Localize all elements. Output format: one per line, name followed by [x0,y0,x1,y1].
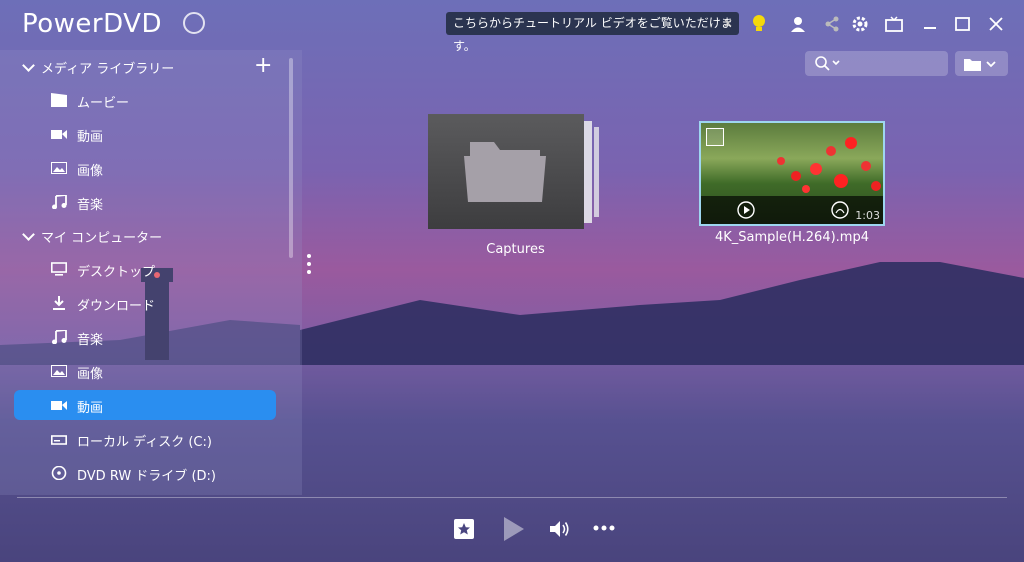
play-icon[interactable] [503,516,525,542]
sidebar-item-videos-folder[interactable]: 動画 [14,390,276,420]
music-note-icon [52,330,67,344]
video-filename-label: 4K_Sample(H.264).mp4 [715,230,869,245]
drive-icon [51,435,67,445]
image-icon [51,365,67,377]
disc-icon [51,466,67,480]
movie-icon [51,93,67,107]
share-icon[interactable] [820,12,844,36]
sidebar-item-label: 画像 [77,164,104,179]
folder-icon [464,142,546,202]
sidebar-scrollbar[interactable] [289,58,293,258]
app-title: PowerDVD [22,9,162,39]
chevron-down-icon [22,228,35,241]
more-options-icon[interactable] [593,525,615,531]
sidebar-item-music[interactable]: 音楽 [14,187,276,217]
divider [17,497,1007,498]
sidebar-item-movie[interactable]: ムービー [14,85,276,115]
sidebar-item-music-folder[interactable]: 音楽 [14,322,276,352]
settings-gear-icon[interactable] [848,12,872,36]
play-icon[interactable] [737,201,755,219]
tv-mode-icon[interactable] [882,12,906,36]
captures-folder-tile[interactable] [428,114,584,229]
sidebar-item-label: ムービー [77,96,130,111]
folder-icon [964,59,996,71]
sidebar-item-label: ローカル ディスク (C:) [77,435,212,450]
media-library-header[interactable]: メディア ライブラリー [22,58,175,77]
folder-stack-decoration [594,127,599,217]
video-camera-icon [51,401,67,410]
select-checkbox[interactable] [706,128,724,146]
flowers-thumbnail-image [777,137,881,193]
open-folder-button[interactable] [955,51,1008,76]
sidebar-item-label: DVD RW ドライブ (D:) [77,469,216,482]
video-camera-icon [51,130,67,139]
sidebar-item-desktop[interactable]: デスクトップ [14,254,276,284]
minimize-icon[interactable] [918,12,942,36]
captures-folder-label: Captures [486,242,545,257]
favorite-star-icon[interactable] [453,518,475,540]
volume-icon[interactable] [549,519,571,539]
tutorial-tooltip: こちらからチュートリアル ビデオをご覧いただけます。 × [446,12,739,53]
user-icon[interactable] [786,12,810,36]
sidebar-item-dvd-drive[interactable]: DVD RW ドライブ (D:) [14,458,276,482]
sidebar-item-label: 音楽 [77,198,104,213]
video-tile-controls: 1:03 [701,196,883,224]
sidebar-item-label: 音楽 [77,333,104,348]
sidebar-item-label: ダウンロード [77,299,156,314]
close-icon[interactable] [984,12,1008,36]
add-media-button[interactable]: + [254,55,272,77]
notification-bell-icon[interactable] [183,12,205,34]
sidebar-item-video[interactable]: 動画 [14,119,276,149]
sidebar-resize-handle[interactable] [305,254,313,278]
sidebar-overflow-clip: DVD RW ドライブ (D:) [14,458,276,482]
sidebar-item-download[interactable]: ダウンロード [14,288,276,318]
sidebar-item-label: デスクトップ [77,265,156,280]
video-thumbnail-tile[interactable]: 1:03 [699,121,885,226]
tooltip-close-button[interactable]: × [723,12,733,35]
sidebar-item-label: 画像 [77,367,104,382]
cast-icon[interactable] [831,201,849,219]
media-library-label: メディア ライブラリー [41,62,175,77]
sidebar-item-pictures-folder[interactable]: 画像 [14,356,276,386]
search-input[interactable] [805,51,948,76]
sidebar-item-label: 動画 [77,401,104,416]
download-icon [53,296,65,310]
image-icon [51,162,67,174]
monitor-icon [51,262,67,276]
my-computer-label: マイ コンピューター [41,231,163,246]
my-computer-header[interactable]: マイ コンピューター [22,227,163,246]
folder-stack-decoration [584,121,592,223]
sidebar-item-local-disk[interactable]: ローカル ディスク (C:) [14,424,276,454]
chevron-down-icon [22,59,35,72]
lightbulb-icon[interactable] [747,12,771,36]
music-note-icon [52,195,67,209]
search-icon [815,56,840,71]
video-duration: 1:03 [855,209,880,222]
maximize-icon[interactable] [950,12,974,36]
sidebar-item-image[interactable]: 画像 [14,153,276,183]
sidebar-item-label: 動画 [77,130,104,145]
